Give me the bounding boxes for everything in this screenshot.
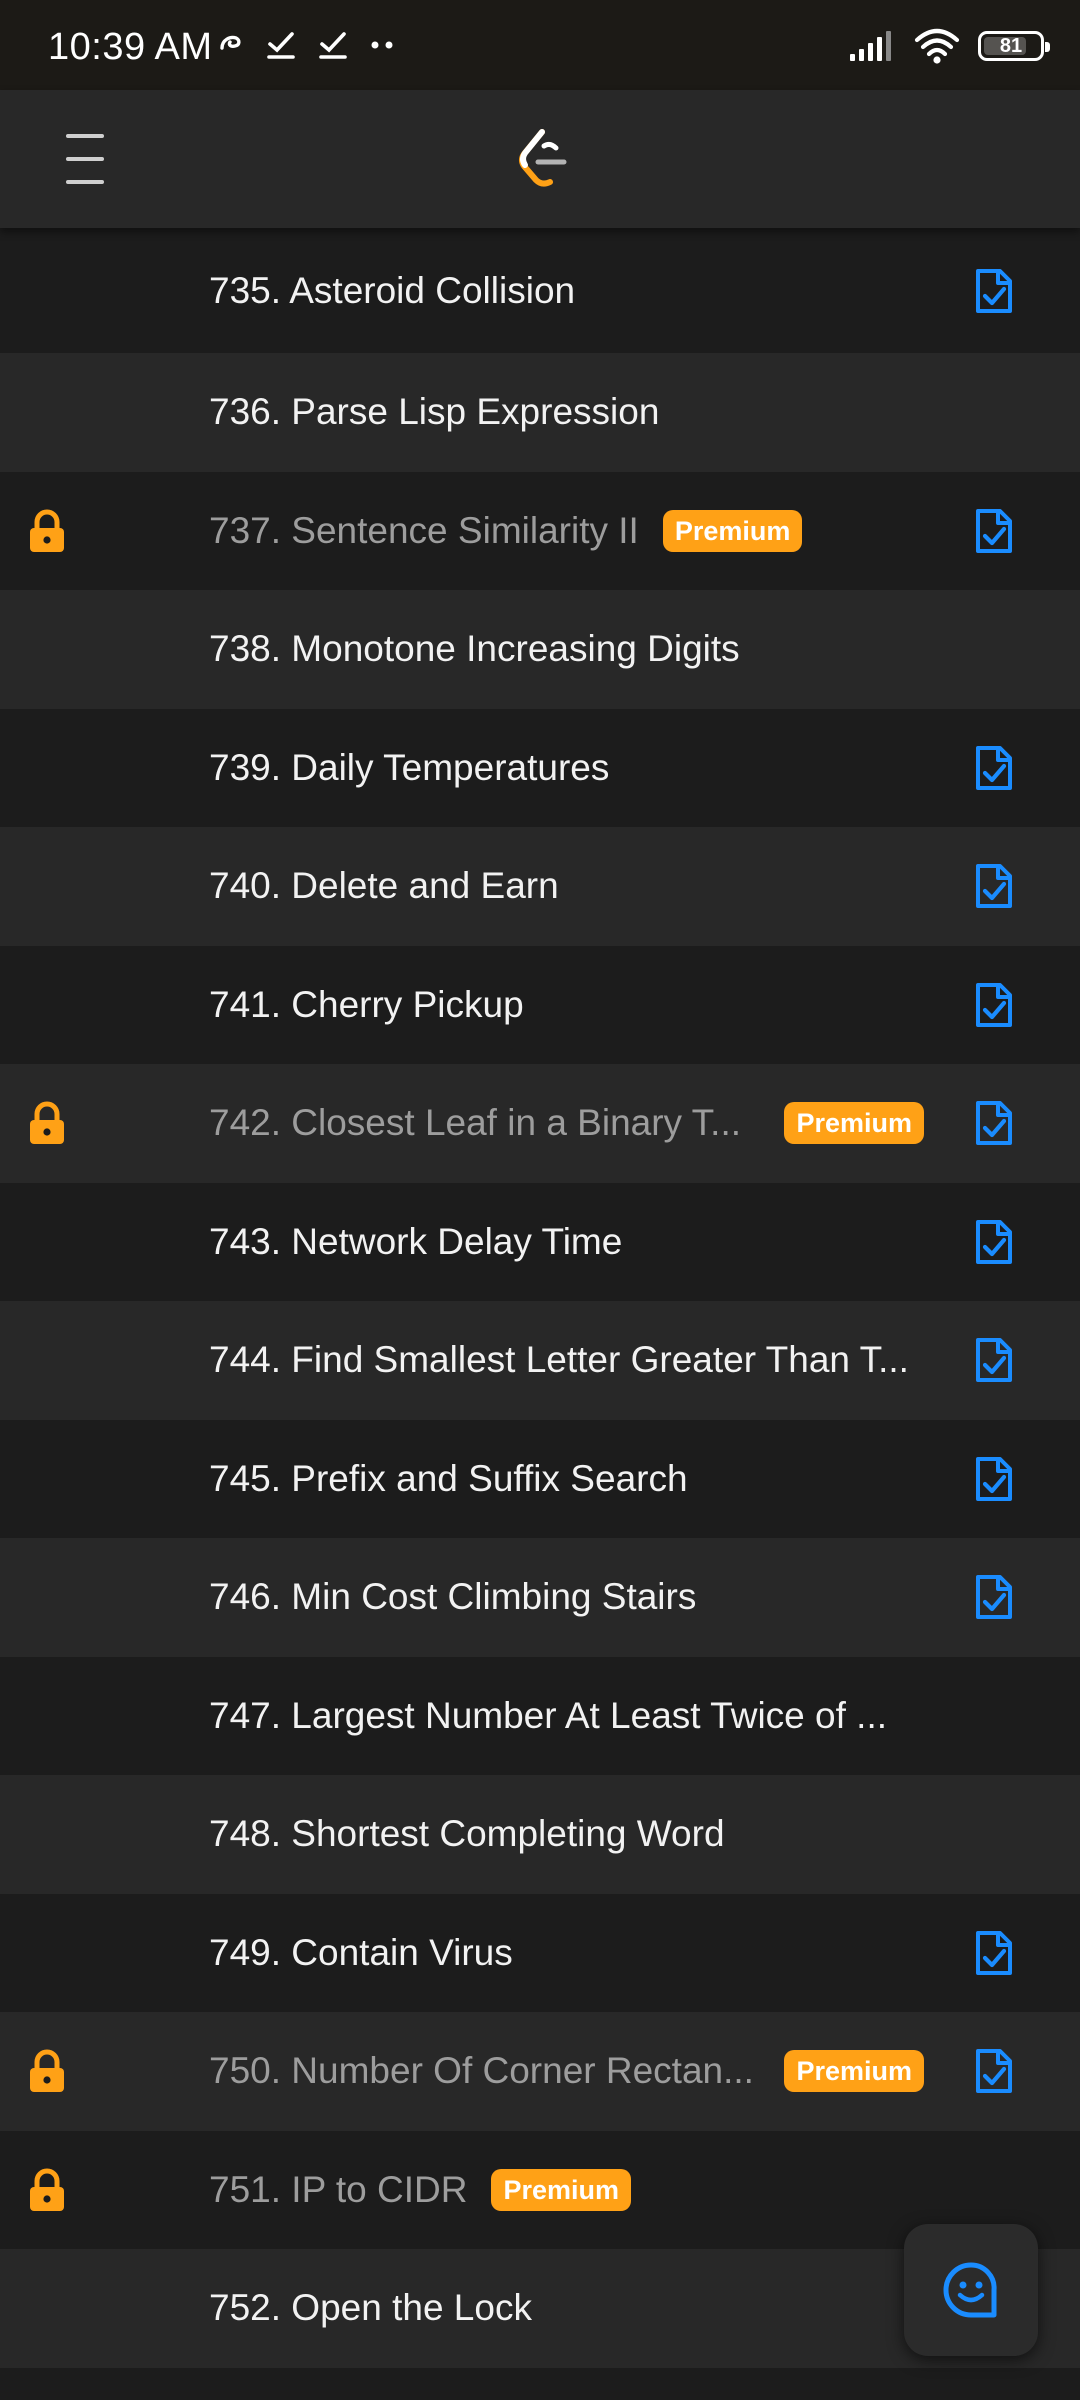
wifi-icon [914,28,960,64]
smiley-chat-icon [943,2262,997,2318]
problem-title: 742. Closest Leaf in a Binary T... [209,1102,742,1144]
menu-button[interactable] [54,134,114,184]
problem-row[interactable]: Premium 742. Closest Leaf in a Binary T..… [0,1064,1080,1183]
more-dots-icon [371,41,393,49]
problem-row[interactable]: 747. Largest Number At Least Twice of ..… [0,1656,1080,1775]
problem-title: 735. Asteroid Collision [209,269,576,311]
problem-title: 750. Number Of Corner Rectan... [209,2050,754,2092]
problem-row[interactable]: 748. Shortest Completing Word [0,1775,1080,1894]
problem-row[interactable]: 739. Daily Temperatures [0,708,1080,827]
problem-row[interactable]: 749. Contain Virus [0,1893,1080,2012]
problem-row[interactable]: 744. Find Smallest Letter Greater Than T… [0,1301,1080,1420]
problem-row[interactable]: 741. Cherry Pickup [0,945,1080,1064]
problem-title: 736. Parse Lisp Expression [209,391,660,433]
problem-row[interactable]: 736. Parse Lisp Expression [0,353,1080,472]
task-done-icon [319,32,347,59]
problem-title: 745. Prefix and Suffix Search [209,1457,688,1499]
solution-icon[interactable] [974,744,1014,792]
problem-title: 749. Contain Virus [209,1931,513,1973]
problem-title: 738. Monotone Increasing Digits [209,628,740,670]
problem-title: 737. Sentence Similarity II [209,509,639,551]
solution-icon[interactable] [974,1455,1014,1503]
solution-icon[interactable] [974,1929,1014,1977]
solution-icon[interactable] [974,862,1014,910]
lock-icon [27,1101,67,1145]
solution-icon[interactable] [974,2047,1014,2095]
problem-row[interactable]: 745. Prefix and Suffix Search [0,1419,1080,1538]
problem-title: 747. Largest Number At Least Twice of ..… [209,1694,888,1736]
status-system-icons: 81 [848,28,1050,64]
solution-icon[interactable] [974,1218,1014,1266]
solution-icon[interactable] [974,507,1014,555]
problem-row[interactable]: 740. Delete and Earn [0,827,1080,946]
status-notification-icons [218,30,396,60]
status-time: 10:39 AM [48,26,213,68]
app-notification-icon [220,35,241,50]
solution-icon[interactable] [974,267,1014,315]
problem-title: 743. Network Delay Time [209,1220,623,1262]
solution-icon[interactable] [974,1099,1014,1147]
problem-title: 748. Shortest Completing Word [209,1813,725,1855]
problem-row[interactable]: 737. Sentence Similarity II Premium [0,471,1080,590]
app-bar [0,90,1080,228]
premium-badge: Premium [491,2168,631,2211]
lock-icon [27,509,67,553]
solution-icon[interactable] [974,1573,1014,1621]
problem-title: 751. IP to CIDR [209,2168,468,2210]
problem-title: 752. Open the Lock [209,2287,532,2329]
battery-level: 81 [999,34,1023,57]
premium-badge: Premium [662,509,803,552]
leetcode-logo-icon[interactable] [512,126,572,192]
problem-row[interactable]: 743. Network Delay Time [0,1182,1080,1301]
problem-title: 744. Find Smallest Letter Greater Than T… [209,1339,909,1381]
signal-icon [850,31,891,61]
problem-title: 740. Delete and Earn [209,865,559,907]
status-bar: 10:39 AM 81 [0,0,1080,90]
problem-row[interactable]: Premium 750. Number Of Corner Rectan... [0,2012,1080,2131]
problem-row[interactable]: 735. Asteroid Collision [0,228,1080,353]
problem-list: 735. Asteroid Collision 736. Parse Lisp E… [0,228,1080,2368]
problem-title: 739. Daily Temperatures [209,746,610,788]
problem-title: 741. Cherry Pickup [209,983,524,1025]
battery-icon: 81 [978,31,1050,61]
solution-icon[interactable] [974,981,1014,1029]
lock-icon [27,2049,67,2093]
problem-title: 746. Min Cost Climbing Stairs [209,1576,697,1618]
problem-row[interactable]: 746. Min Cost Climbing Stairs [0,1538,1080,1657]
lock-icon [27,2168,67,2212]
solution-icon[interactable] [974,1336,1014,1384]
task-done-icon [267,32,295,59]
problem-row[interactable]: 738. Monotone Increasing Digits [0,590,1080,709]
feedback-fab[interactable] [904,2224,1038,2356]
